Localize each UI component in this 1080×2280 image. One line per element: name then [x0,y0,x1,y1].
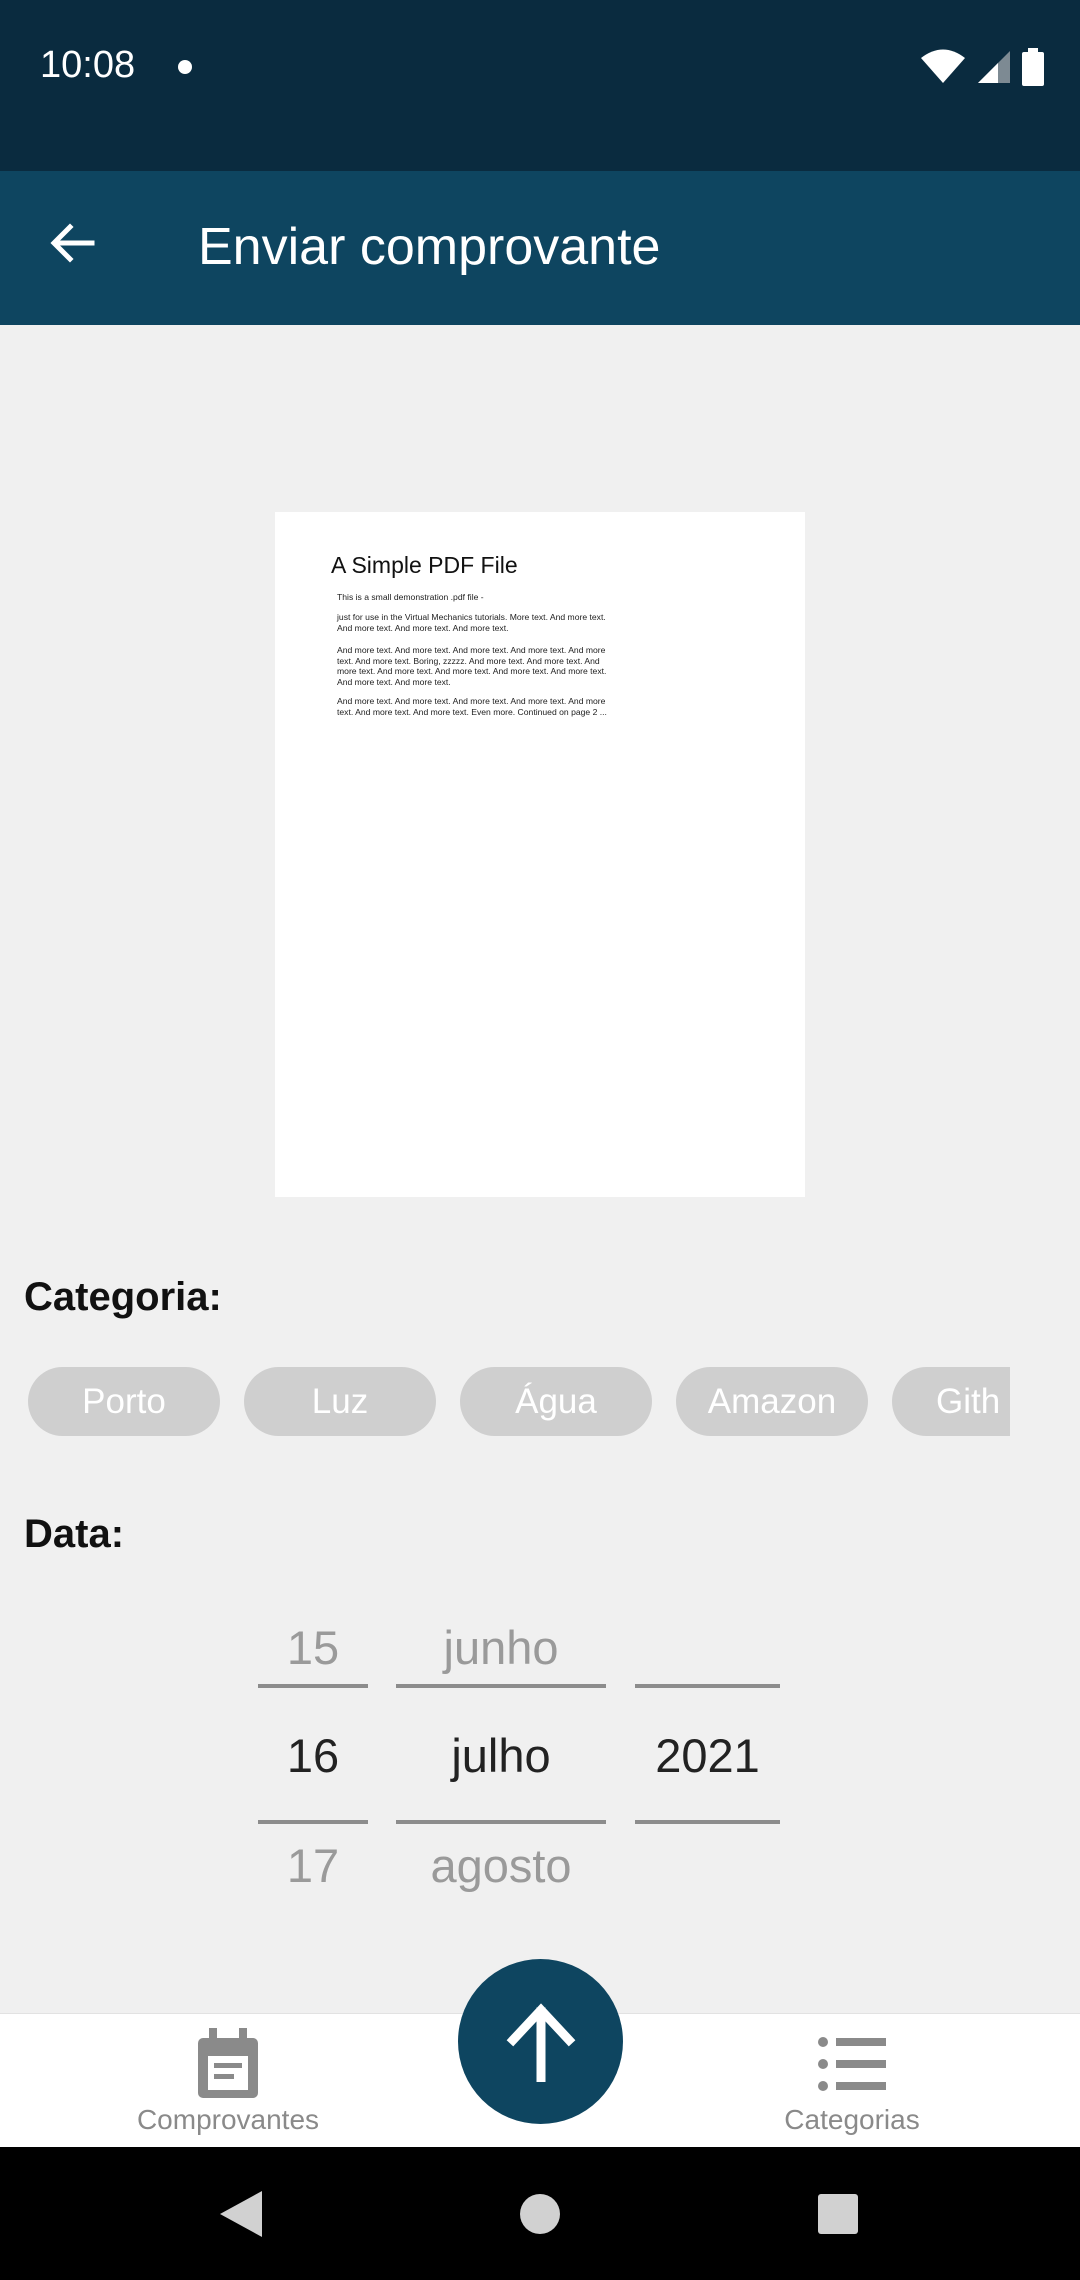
upload-button[interactable] [458,1959,623,2124]
notification-dot-icon [178,60,192,74]
page-title: Enviar comprovante [198,218,661,276]
day-picker[interactable]: 15 16 17 [258,1600,368,1900]
month-next[interactable]: agosto [396,1838,606,1893]
category-label: Categoria: [24,1275,222,1319]
status-time: 10:08 [40,44,136,86]
system-recents-button[interactable] [803,2179,873,2249]
year-picker[interactable]: 2021 [635,1600,780,1900]
pdf-preview[interactable]: A Simple PDF File This is a small demons… [275,512,805,1197]
status-icons [920,48,1044,91]
pdf-paragraph: just for use in the Virtual Mechanics tu… [337,612,606,633]
picker-divider [258,1684,368,1688]
home-circle-icon [520,2194,560,2234]
receipt-icon [192,2028,264,2100]
pdf-paragraph: And more text. And more text. And more t… [337,696,607,717]
nav-categorias[interactable]: Categorias [722,2014,982,2148]
nav-categorias-label: Categorias [784,2104,920,2135]
picker-divider [258,1820,368,1824]
list-icon [816,2028,888,2100]
month-picker[interactable]: junho julho agosto [396,1600,606,1900]
chip-amazon[interactable]: Amazon [676,1367,868,1436]
chip-github[interactable]: Gith [892,1367,1010,1436]
system-navigation [0,2147,1080,2280]
chip-agua[interactable]: Água [460,1367,652,1436]
month-current[interactable]: julho [396,1728,606,1783]
system-back-button[interactable] [206,2179,276,2249]
signal-icon [976,49,1012,90]
chip-porto[interactable]: Porto [28,1367,220,1436]
picker-divider [635,1684,780,1688]
day-next[interactable]: 17 [258,1838,368,1893]
recents-square-icon [818,2194,858,2234]
status-bar: 10:08 [0,0,1080,171]
nav-comprovantes[interactable]: Comprovantes [98,2014,358,2148]
picker-divider [396,1684,606,1688]
pdf-paragraph: This is a small demonstration .pdf file … [337,592,484,602]
day-prev[interactable]: 15 [258,1620,368,1675]
chip-luz[interactable]: Luz [244,1367,436,1436]
upload-arrow-icon [506,2002,575,2082]
battery-icon [1022,48,1044,91]
picker-divider [635,1820,780,1824]
category-chips: Porto Luz Água Amazon Gith [28,1367,1010,1437]
pdf-paragraph: And more text. And more text. And more t… [337,645,607,687]
date-label: Data: [24,1512,125,1556]
back-button[interactable] [30,201,114,285]
year-current[interactable]: 2021 [635,1728,780,1783]
picker-divider [396,1820,606,1824]
month-prev[interactable]: junho [396,1620,606,1675]
arrow-back-icon [50,223,95,263]
pdf-title: A Simple PDF File [331,552,518,578]
back-triangle-icon [220,2191,262,2237]
system-home-button[interactable] [505,2179,575,2249]
wifi-icon [920,49,966,90]
day-current[interactable]: 16 [258,1728,368,1783]
nav-comprovantes-label: Comprovantes [136,2104,320,2135]
app-bar: Enviar comprovante [0,171,1080,325]
